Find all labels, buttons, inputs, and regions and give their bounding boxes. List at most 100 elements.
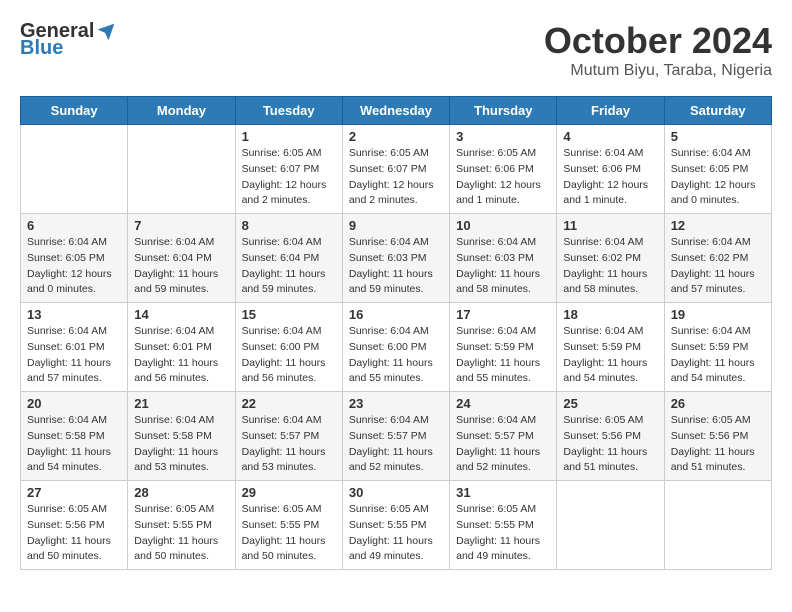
day-number: 8 [242, 218, 336, 233]
day-info: Sunrise: 6:04 AM Sunset: 5:58 PM Dayligh… [27, 413, 121, 476]
calendar-day-cell [664, 481, 771, 570]
day-info: Sunrise: 6:04 AM Sunset: 6:06 PM Dayligh… [563, 146, 657, 209]
day-info: Sunrise: 6:04 AM Sunset: 6:05 PM Dayligh… [671, 146, 765, 209]
day-of-week-header: Sunday [21, 97, 128, 125]
day-number: 15 [242, 307, 336, 322]
day-number: 10 [456, 218, 550, 233]
day-info: Sunrise: 6:04 AM Sunset: 6:02 PM Dayligh… [671, 235, 765, 298]
day-number: 29 [242, 485, 336, 500]
calendar-day-cell: 23Sunrise: 6:04 AM Sunset: 5:57 PM Dayli… [342, 392, 449, 481]
day-number: 18 [563, 307, 657, 322]
location-subtitle: Mutum Biyu, Taraba, Nigeria [544, 62, 772, 80]
day-info: Sunrise: 6:04 AM Sunset: 5:57 PM Dayligh… [456, 413, 550, 476]
calendar-day-cell: 25 Sunrise: 6:05 AM Sunset: 5:56 PM Dayli… [557, 392, 664, 481]
day-of-week-header: Friday [557, 97, 664, 125]
day-info: Sunrise: 6:04 AM Sunset: 6:04 PM Dayligh… [134, 235, 228, 298]
day-info: Sunrise: 6:05 AM Sunset: 6:07 PM Dayligh… [242, 146, 336, 209]
day-number: 28 [134, 485, 228, 500]
day-number: 21 [134, 396, 228, 411]
logo-blue-text: Blue [20, 37, 63, 60]
calendar-day-cell: 3 Sunrise: 6:05 AM Sunset: 6:06 PM Daylig… [450, 125, 557, 214]
calendar-day-cell: 30 Sunrise: 6:05 AM Sunset: 5:55 PM Dayli… [342, 481, 449, 570]
day-number: 13 [27, 307, 121, 322]
logo: General Blue [20, 20, 116, 60]
day-number: 6 [27, 218, 121, 233]
calendar-day-cell: 4Sunrise: 6:04 AM Sunset: 6:06 PM Daylig… [557, 125, 664, 214]
day-info: Sunrise: 6:05 AM Sunset: 6:07 PM Dayligh… [349, 146, 443, 209]
calendar-day-cell: 13 Sunrise: 6:04 AM Sunset: 6:01 PM Dayli… [21, 303, 128, 392]
day-number: 7 [134, 218, 228, 233]
day-number: 12 [671, 218, 765, 233]
day-info: Sunrise: 6:05 AM Sunset: 5:55 PM Dayligh… [456, 502, 550, 565]
day-info: Sunrise: 6:05 AM Sunset: 5:55 PM Dayligh… [134, 502, 228, 565]
day-number: 19 [671, 307, 765, 322]
day-info: Sunrise: 6:04 AM Sunset: 5:57 PM Dayligh… [242, 413, 336, 476]
calendar-day-cell: 15 Sunrise: 6:04 AM Sunset: 6:00 PM Dayli… [235, 303, 342, 392]
day-number: 5 [671, 129, 765, 144]
calendar-day-cell: 6 Sunrise: 6:04 AM Sunset: 6:05 PM Daylig… [21, 214, 128, 303]
day-number: 31 [456, 485, 550, 500]
day-number: 30 [349, 485, 443, 500]
calendar-day-cell: 10Sunrise: 6:04 AM Sunset: 6:03 PM Dayli… [450, 214, 557, 303]
day-number: 20 [27, 396, 121, 411]
calendar-week-row: 13 Sunrise: 6:04 AM Sunset: 6:01 PM Dayli… [21, 303, 772, 392]
calendar-week-row: 1 Sunrise: 6:05 AM Sunset: 6:07 PM Daylig… [21, 125, 772, 214]
day-of-week-header: Wednesday [342, 97, 449, 125]
calendar-day-cell: 8 Sunrise: 6:04 AM Sunset: 6:04 PM Daylig… [235, 214, 342, 303]
day-info: Sunrise: 6:05 AM Sunset: 5:55 PM Dayligh… [242, 502, 336, 565]
day-of-week-header: Monday [128, 97, 235, 125]
calendar-day-cell: 16Sunrise: 6:04 AM Sunset: 6:00 PM Dayli… [342, 303, 449, 392]
day-info: Sunrise: 6:04 AM Sunset: 6:03 PM Dayligh… [349, 235, 443, 298]
day-info: Sunrise: 6:04 AM Sunset: 6:02 PM Dayligh… [563, 235, 657, 298]
day-number: 22 [242, 396, 336, 411]
calendar-day-cell: 11 Sunrise: 6:04 AM Sunset: 6:02 PM Dayli… [557, 214, 664, 303]
day-info: Sunrise: 6:04 AM Sunset: 5:59 PM Dayligh… [456, 324, 550, 387]
day-number: 2 [349, 129, 443, 144]
day-info: Sunrise: 6:04 AM Sunset: 6:01 PM Dayligh… [134, 324, 228, 387]
day-info: Sunrise: 6:04 AM Sunset: 6:04 PM Dayligh… [242, 235, 336, 298]
day-info: Sunrise: 6:04 AM Sunset: 5:59 PM Dayligh… [671, 324, 765, 387]
day-info: Sunrise: 6:05 AM Sunset: 5:56 PM Dayligh… [563, 413, 657, 476]
day-info: Sunrise: 6:04 AM Sunset: 5:58 PM Dayligh… [134, 413, 228, 476]
calendar-day-cell: 29 Sunrise: 6:05 AM Sunset: 5:55 PM Dayli… [235, 481, 342, 570]
day-info: Sunrise: 6:05 AM Sunset: 5:56 PM Dayligh… [27, 502, 121, 565]
month-title: October 2024 [544, 20, 772, 62]
calendar-header-row: SundayMondayTuesdayWednesdayThursdayFrid… [21, 97, 772, 125]
calendar-day-cell: 27 Sunrise: 6:05 AM Sunset: 5:56 PM Dayli… [21, 481, 128, 570]
calendar-day-cell: 9 Sunrise: 6:04 AM Sunset: 6:03 PM Daylig… [342, 214, 449, 303]
day-of-week-header: Thursday [450, 97, 557, 125]
calendar-week-row: 20 Sunrise: 6:04 AM Sunset: 5:58 PM Dayli… [21, 392, 772, 481]
day-number: 17 [456, 307, 550, 322]
day-of-week-header: Tuesday [235, 97, 342, 125]
calendar-week-row: 27 Sunrise: 6:05 AM Sunset: 5:56 PM Dayli… [21, 481, 772, 570]
calendar-day-cell: 19 Sunrise: 6:04 AM Sunset: 5:59 PM Dayli… [664, 303, 771, 392]
day-info: Sunrise: 6:04 AM Sunset: 5:59 PM Dayligh… [563, 324, 657, 387]
calendar-day-cell: 24Sunrise: 6:04 AM Sunset: 5:57 PM Dayli… [450, 392, 557, 481]
day-info: Sunrise: 6:04 AM Sunset: 6:05 PM Dayligh… [27, 235, 121, 298]
calendar-day-cell: 20 Sunrise: 6:04 AM Sunset: 5:58 PM Dayli… [21, 392, 128, 481]
calendar-day-cell [21, 125, 128, 214]
calendar-day-cell [557, 481, 664, 570]
day-info: Sunrise: 6:04 AM Sunset: 6:01 PM Dayligh… [27, 324, 121, 387]
day-number: 9 [349, 218, 443, 233]
calendar-day-cell: 7 Sunrise: 6:04 AM Sunset: 6:04 PM Daylig… [128, 214, 235, 303]
calendar-week-row: 6 Sunrise: 6:04 AM Sunset: 6:05 PM Daylig… [21, 214, 772, 303]
calendar-day-cell [128, 125, 235, 214]
day-number: 14 [134, 307, 228, 322]
day-number: 23 [349, 396, 443, 411]
title-section: October 2024 Mutum Biyu, Taraba, Nigeria [544, 20, 772, 80]
day-info: Sunrise: 6:04 AM Sunset: 6:00 PM Dayligh… [349, 324, 443, 387]
calendar-day-cell: 1 Sunrise: 6:05 AM Sunset: 6:07 PM Daylig… [235, 125, 342, 214]
day-info: Sunrise: 6:05 AM Sunset: 6:06 PM Dayligh… [456, 146, 550, 209]
day-number: 1 [242, 129, 336, 144]
day-info: Sunrise: 6:04 AM Sunset: 6:00 PM Dayligh… [242, 324, 336, 387]
day-number: 11 [563, 218, 657, 233]
day-number: 25 [563, 396, 657, 411]
calendar-day-cell: 17 Sunrise: 6:04 AM Sunset: 5:59 PM Dayli… [450, 303, 557, 392]
page-header: General Blue October 2024 Mutum Biyu, Ta… [20, 20, 772, 80]
calendar-day-cell: 18 Sunrise: 6:04 AM Sunset: 5:59 PM Dayli… [557, 303, 664, 392]
day-info: Sunrise: 6:05 AM Sunset: 5:55 PM Dayligh… [349, 502, 443, 565]
day-number: 3 [456, 129, 550, 144]
day-number: 27 [27, 485, 121, 500]
calendar-day-cell: 14 Sunrise: 6:04 AM Sunset: 6:01 PM Dayli… [128, 303, 235, 392]
